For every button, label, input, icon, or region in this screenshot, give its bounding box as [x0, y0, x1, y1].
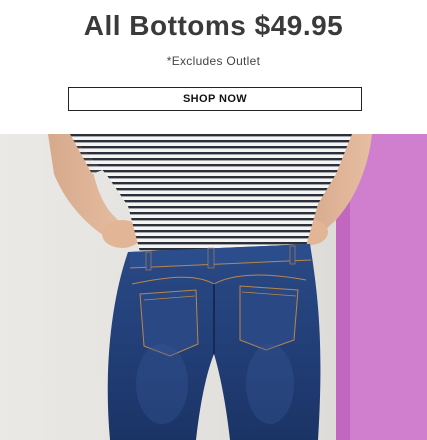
jeans-photo — [0, 134, 427, 440]
promo-banner: All Bottoms $49.95 *Excludes Outlet SHOP… — [0, 0, 427, 134]
hero-image[interactable] — [0, 134, 427, 440]
promo-disclaimer: *Excludes Outlet — [166, 54, 261, 68]
promo-headline: All Bottoms $49.95 — [83, 10, 344, 41]
shop-now-button[interactable]: SHOP NOW — [68, 87, 362, 111]
